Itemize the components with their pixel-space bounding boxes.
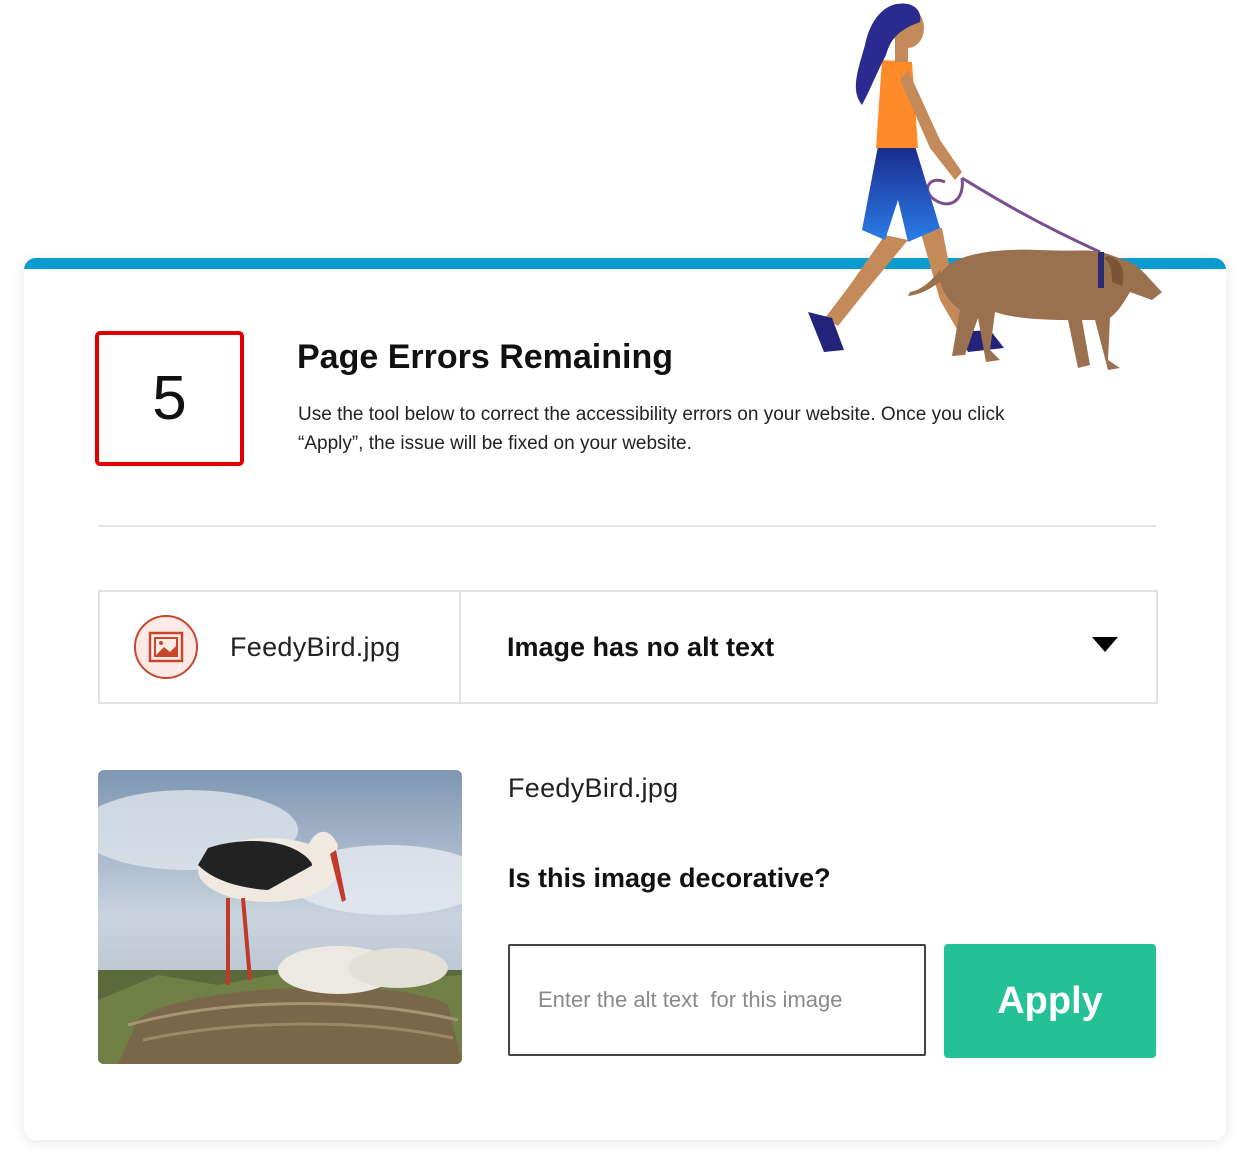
page-description: Use the tool below to correct the access… — [298, 404, 1005, 454]
triangle-down-icon[interactable] — [1092, 636, 1118, 658]
apply-button[interactable]: Apply — [944, 944, 1156, 1058]
issue-type-dropdown[interactable]: Image has no alt text — [461, 592, 1156, 702]
accessibility-card: 5 Page Errors Remaining Use the tool bel… — [24, 258, 1226, 1140]
issue-row[interactable]: FeedyBird.jpg Image has no alt text — [98, 590, 1158, 704]
bird-thumbnail-image — [98, 770, 462, 1064]
decorative-question: Is this image decorative? — [508, 863, 831, 893]
detail-file-name: FeedyBird.jpg — [508, 773, 679, 803]
alt-text-input[interactable] — [508, 944, 926, 1056]
page-title: Page Errors Remaining — [297, 338, 674, 376]
issue-file-name: FeedyBird.jpg — [230, 631, 401, 662]
divider — [98, 525, 1156, 527]
issue-file-cell: FeedyBird.jpg — [100, 592, 461, 702]
image-icon — [134, 615, 198, 679]
error-count-box: 5 — [95, 331, 244, 466]
woman-walking-dog-illustration — [808, 3, 1162, 370]
error-count: 5 — [152, 364, 187, 433]
issue-label: Image has no alt text — [507, 631, 775, 662]
